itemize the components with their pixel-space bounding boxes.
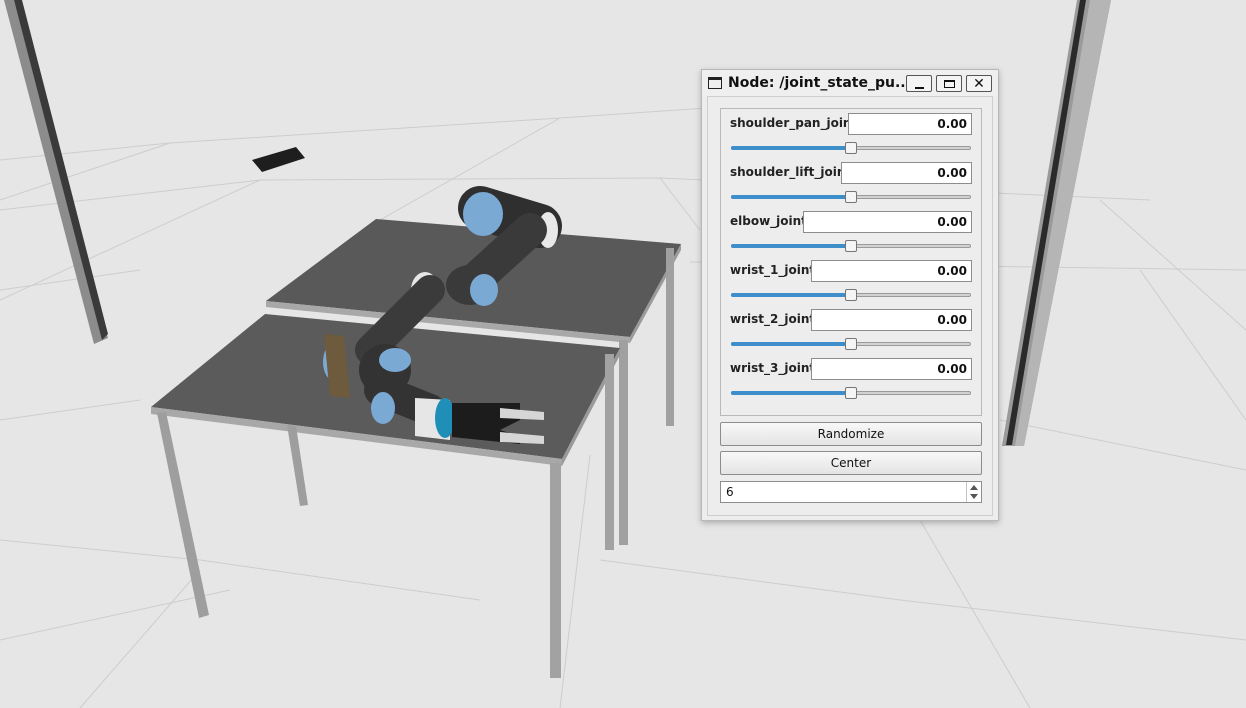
close-button[interactable]: ✕ xyxy=(966,75,992,92)
arrow-down-icon[interactable] xyxy=(970,494,978,499)
slider-handle[interactable] xyxy=(845,142,857,154)
joint-slider[interactable] xyxy=(731,387,971,399)
window-title: Node: /joint_state_pu... xyxy=(728,75,906,91)
window-icon xyxy=(708,77,722,89)
joint-slider[interactable] xyxy=(731,240,971,252)
joint-label: wrist_2_joint xyxy=(730,312,816,326)
slider-handle[interactable] xyxy=(845,289,857,301)
slider-handle[interactable] xyxy=(845,191,857,203)
slider-handle[interactable] xyxy=(845,240,857,252)
maximize-button[interactable] xyxy=(936,75,962,92)
joint-slider[interactable] xyxy=(731,191,971,203)
spinbox-value: 6 xyxy=(726,485,734,499)
joint-label: wrist_3_joint xyxy=(730,361,816,375)
joint-label: shoulder_pan_joint xyxy=(730,116,858,130)
spinbox-arrows[interactable] xyxy=(966,482,981,502)
joint-value-field[interactable]: 0.00 xyxy=(841,162,972,184)
joint-slider[interactable] xyxy=(731,338,971,350)
joint-sliders-group: shoulder_pan_joint 0.00 shoulder_lift_jo… xyxy=(720,108,982,416)
randomize-button[interactable]: Randomize xyxy=(720,422,982,446)
joint-label: wrist_1_joint xyxy=(730,263,816,277)
arrow-up-icon[interactable] xyxy=(970,485,978,490)
joint-value-field[interactable]: 0.00 xyxy=(811,309,972,331)
joint-slider[interactable] xyxy=(731,142,971,154)
joint-value-field[interactable]: 0.00 xyxy=(848,113,972,135)
joint-count-spinbox[interactable]: 6 xyxy=(720,481,982,503)
slider-handle[interactable] xyxy=(845,338,857,350)
slider-handle[interactable] xyxy=(845,387,857,399)
minimize-button[interactable] xyxy=(906,75,932,92)
title-bar[interactable]: Node: /joint_state_pu... ✕ xyxy=(702,70,998,96)
joint-label: elbow_joint xyxy=(730,214,807,228)
close-icon: ✕ xyxy=(973,75,985,92)
simulation-viewport[interactable] xyxy=(0,0,1246,708)
joint-label: shoulder_lift_joint xyxy=(730,165,852,179)
joint-state-publisher-window: Node: /joint_state_pu... ✕ shoulder_pan_… xyxy=(701,69,999,521)
window-content: shoulder_pan_joint 0.00 shoulder_lift_jo… xyxy=(707,96,993,516)
joint-value-field[interactable]: 0.00 xyxy=(803,211,972,233)
joint-value-field[interactable]: 0.00 xyxy=(811,260,972,282)
joint-value-field[interactable]: 0.00 xyxy=(811,358,972,380)
joint-slider[interactable] xyxy=(731,289,971,301)
center-button[interactable]: Center xyxy=(720,451,982,475)
